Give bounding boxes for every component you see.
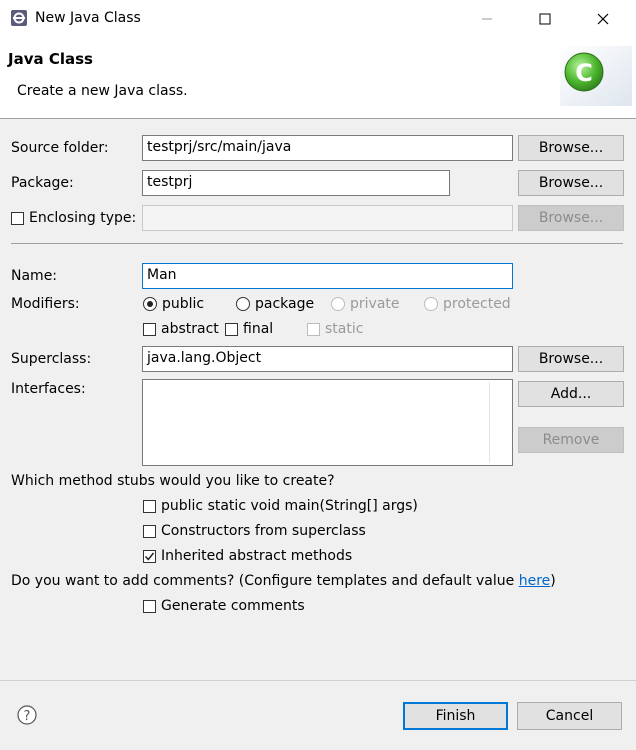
help-icon: ? xyxy=(17,705,37,725)
checkmark-icon xyxy=(144,552,155,561)
svg-text:C: C xyxy=(575,59,593,87)
final-checkbox[interactable] xyxy=(225,322,238,336)
stub-main-option[interactable]: public static void main(String[] args) xyxy=(143,498,418,514)
superclass-browse-button[interactable]: Browse... xyxy=(518,346,624,372)
enclosing-type-label: Enclosing type: xyxy=(29,210,137,226)
modifier-static-option: static xyxy=(307,321,363,337)
name-input[interactable]: Man xyxy=(142,263,513,289)
modifiers-label: Modifiers: xyxy=(11,296,80,312)
enclosing-type-option[interactable]: Enclosing type: xyxy=(11,210,136,226)
minimize-icon xyxy=(482,18,492,20)
method-stubs-question: Which method stubs would you like to cre… xyxy=(11,473,335,489)
generate-comments-label: Generate comments xyxy=(161,598,305,614)
finish-button[interactable]: Finish xyxy=(403,702,508,730)
package-input[interactable]: testprj xyxy=(142,170,450,196)
radio-package[interactable] xyxy=(236,297,250,311)
comments-question-end: ) xyxy=(550,573,556,589)
enclosing-type-input xyxy=(142,205,513,231)
final-label: final xyxy=(243,321,274,337)
section-separator xyxy=(11,243,623,244)
stub-constructors-option[interactable]: Constructors from superclass xyxy=(143,523,366,539)
help-button[interactable]: ? xyxy=(17,705,37,725)
package-label: Package: xyxy=(11,175,74,191)
window-title: New Java Class xyxy=(35,10,141,26)
comments-question: Do you want to add comments? (Configure … xyxy=(11,573,556,589)
generate-comments-option[interactable]: Generate comments xyxy=(143,598,305,614)
maximize-icon xyxy=(539,13,551,25)
interfaces-remove-button: Remove xyxy=(518,427,624,453)
package-browse-button[interactable]: Browse... xyxy=(518,170,624,196)
source-folder-browse-button[interactable]: Browse... xyxy=(518,135,624,161)
wizard-title: Java Class xyxy=(8,50,93,68)
minimize-button[interactable] xyxy=(464,0,510,38)
footer-separator xyxy=(0,680,636,681)
enclosing-type-checkbox[interactable] xyxy=(11,211,24,225)
stub-constructors-label: Constructors from superclass xyxy=(161,523,366,539)
configure-templates-link[interactable]: here xyxy=(519,573,551,589)
modifier-package-radio[interactable]: package xyxy=(236,296,314,312)
source-folder-label: Source folder: xyxy=(11,140,109,156)
modifier-public-radio[interactable]: public xyxy=(143,296,204,312)
comments-question-text: Do you want to add comments? (Configure … xyxy=(11,573,519,589)
modifier-private-radio: private xyxy=(331,296,400,312)
svg-text:?: ? xyxy=(24,709,31,724)
interfaces-add-button[interactable]: Add... xyxy=(518,381,624,407)
eclipse-app-icon xyxy=(10,9,28,27)
name-label: Name: xyxy=(11,268,58,284)
superclass-label: Superclass: xyxy=(11,351,92,367)
radio-private xyxy=(331,297,345,311)
radio-protected xyxy=(424,297,438,311)
source-folder-input[interactable]: testprj/src/main/java xyxy=(142,135,513,161)
modifier-public-label: public xyxy=(162,296,205,312)
interfaces-list-scroll-divider xyxy=(489,382,490,463)
modifier-protected-radio: protected xyxy=(424,296,511,312)
stub-inherited-label: Inherited abstract methods xyxy=(161,548,353,564)
modifier-protected-label: protected xyxy=(443,296,511,312)
superclass-input[interactable]: java.lang.Object xyxy=(142,346,513,372)
stub-inherited-checkbox[interactable] xyxy=(143,549,156,563)
modifier-abstract-option[interactable]: abstract xyxy=(143,321,219,337)
modifier-private-label: private xyxy=(350,296,400,312)
interfaces-label: Interfaces: xyxy=(11,381,86,397)
abstract-checkbox[interactable] xyxy=(143,322,156,336)
wizard-description: Create a new Java class. xyxy=(17,83,188,99)
close-button[interactable] xyxy=(580,0,626,38)
stub-constructors-checkbox[interactable] xyxy=(143,524,156,538)
stub-main-label: public static void main(String[] args) xyxy=(161,498,418,514)
radio-public[interactable] xyxy=(143,297,157,311)
interfaces-list[interactable] xyxy=(142,379,513,466)
static-label: static xyxy=(325,321,364,337)
close-icon xyxy=(597,13,609,25)
cancel-button[interactable]: Cancel xyxy=(517,702,622,730)
new-class-wizard-icon: C xyxy=(560,46,632,106)
modifier-package-label: package xyxy=(255,296,315,312)
static-checkbox xyxy=(307,322,320,336)
generate-comments-checkbox[interactable] xyxy=(143,599,156,613)
stub-inherited-option[interactable]: Inherited abstract methods xyxy=(143,548,352,564)
enclosing-type-browse-button: Browse... xyxy=(518,205,624,231)
maximize-button[interactable] xyxy=(522,0,568,38)
wizard-header xyxy=(0,38,636,119)
modifier-final-option[interactable]: final xyxy=(225,321,273,337)
stub-main-checkbox[interactable] xyxy=(143,499,156,513)
abstract-label: abstract xyxy=(161,321,219,337)
